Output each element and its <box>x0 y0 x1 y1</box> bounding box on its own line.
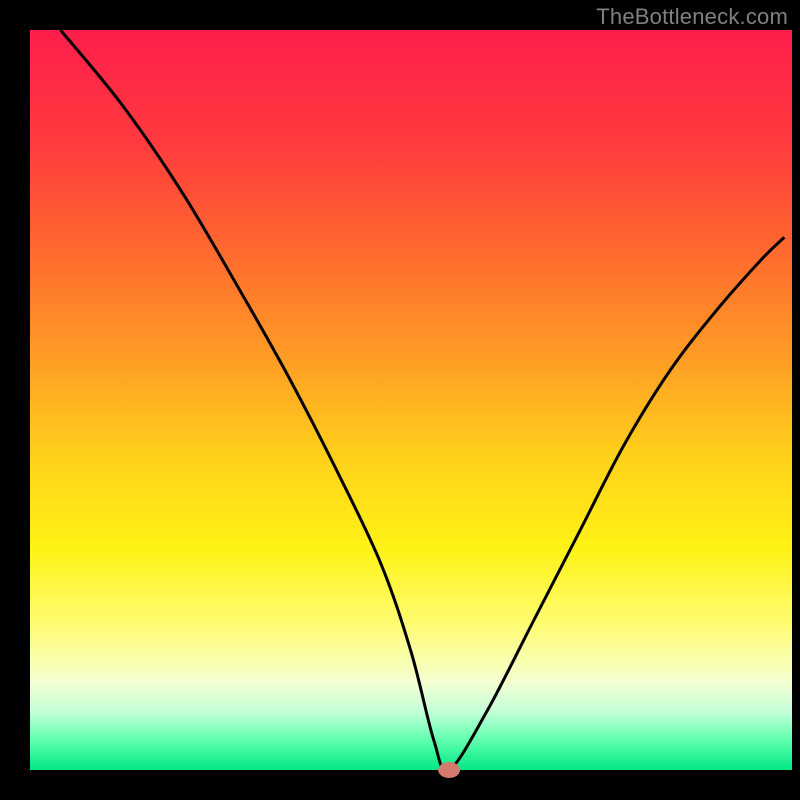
watermark-text: TheBottleneck.com <box>596 4 788 30</box>
minimum-marker <box>438 762 460 778</box>
chart-background <box>30 30 792 770</box>
chart-container: TheBottleneck.com <box>0 0 800 800</box>
bottleneck-chart <box>0 0 800 800</box>
